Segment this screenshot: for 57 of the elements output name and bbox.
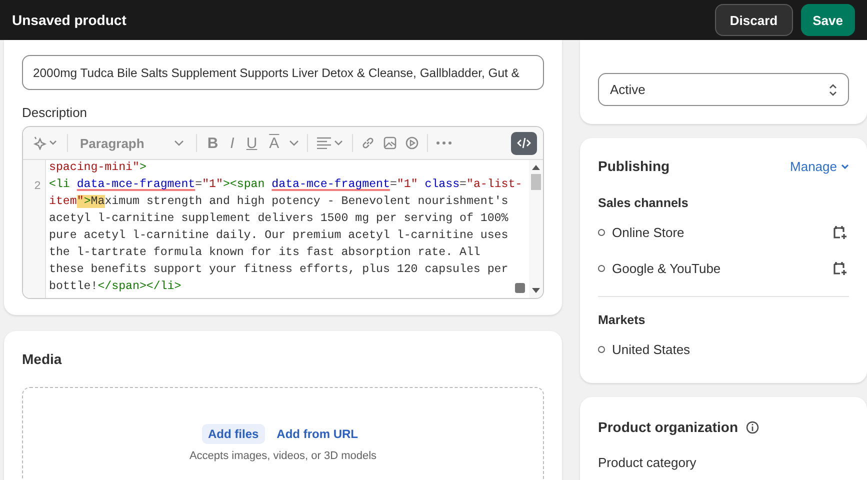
info-icon[interactable] xyxy=(746,420,759,434)
card-title: Product organization xyxy=(598,419,738,435)
discard-button[interactable]: Discard xyxy=(714,4,793,36)
align-icon[interactable] xyxy=(316,137,344,149)
manage-link[interactable]: Manage xyxy=(790,158,849,174)
format-button[interactable]: B xyxy=(205,134,220,152)
section-label: Markets xyxy=(598,313,646,327)
code-icon xyxy=(517,137,531,149)
code-view-button[interactable] xyxy=(511,132,537,154)
status-select[interactable]: Active xyxy=(598,73,849,106)
code-line: spacing-mini"> xyxy=(49,161,146,176)
paragraph-select[interactable]: Paragraph xyxy=(76,136,188,150)
line-number: 2 xyxy=(34,180,41,193)
drop-zone[interactable]: Add files Add from URL Accepts images, videos, or 3D models xyxy=(22,387,544,480)
code-line: the l-tartrate formula known for its fast absorption rate. All xyxy=(49,246,480,261)
scrollbar-thumb[interactable] xyxy=(531,174,541,190)
resize-handle[interactable] xyxy=(515,283,525,293)
channel-name: Online Store xyxy=(612,224,686,240)
status-dot-icon xyxy=(598,264,605,272)
save-button[interactable]: Save xyxy=(800,4,855,36)
card-title: Media xyxy=(22,351,63,367)
code-line: bottle!</span></li> xyxy=(49,280,182,295)
add-url-button[interactable]: Add from URL xyxy=(270,424,364,444)
scroll-down-icon[interactable] xyxy=(532,288,540,293)
code-line: item">Maximum strength and high potency - Benevolent nourishment's xyxy=(49,195,508,210)
channel-name: Google & YouTube xyxy=(612,260,722,276)
calendar-plus-icon[interactable] xyxy=(833,224,847,240)
play-icon[interactable] xyxy=(405,136,420,150)
chevron-down-icon[interactable] xyxy=(174,140,184,146)
market-name: United States xyxy=(612,342,692,356)
more-icon[interactable] xyxy=(436,141,452,145)
status-dot-icon xyxy=(598,346,605,352)
title-field[interactable]: 2000mg Tudca Bile Salts Supplement Supports Liver Detox & Cleanse, Gallbladder, Gut & xyxy=(22,55,544,90)
add-files-button[interactable]: Add files xyxy=(202,424,265,444)
field-label: Description xyxy=(22,105,88,120)
scrollbar[interactable] xyxy=(529,160,543,298)
link-icon[interactable] xyxy=(361,136,376,150)
chevron-down-icon xyxy=(841,164,849,168)
chevron-up-down-icon xyxy=(829,84,837,96)
chevron-down-icon[interactable] xyxy=(289,140,300,146)
format-button[interactable]: U xyxy=(244,134,260,152)
card-title: Publishing xyxy=(598,158,670,174)
sparkle-icon[interactable] xyxy=(33,136,59,150)
field-label: Product category xyxy=(598,455,698,470)
scroll-up-icon[interactable] xyxy=(532,165,540,170)
image-icon[interactable] xyxy=(383,136,398,150)
code-line: <li data-mce-fragment="1"><span data-mce-fragment="1" class="a-list- xyxy=(49,178,522,193)
code-line: acetyl l-carnitine supplement delivers 1500 mg per serving of 100% xyxy=(49,212,508,227)
code-line: these benefits support your fitness efforts, plus 120 capsules per xyxy=(49,263,508,278)
code-line: pure acetyl l-carnitine daily. Our premium acetyl l-carnitine uses xyxy=(49,229,508,244)
section-label: Sales channels xyxy=(598,196,690,210)
format-button[interactable]: A xyxy=(267,134,282,152)
page-title: Unsaved product xyxy=(12,12,126,28)
format-button[interactable]: I xyxy=(228,134,236,152)
status-dot-icon xyxy=(598,228,605,236)
hint-text: Accepts images, videos, or 3D models xyxy=(189,450,377,462)
calendar-plus-icon[interactable] xyxy=(833,260,847,276)
